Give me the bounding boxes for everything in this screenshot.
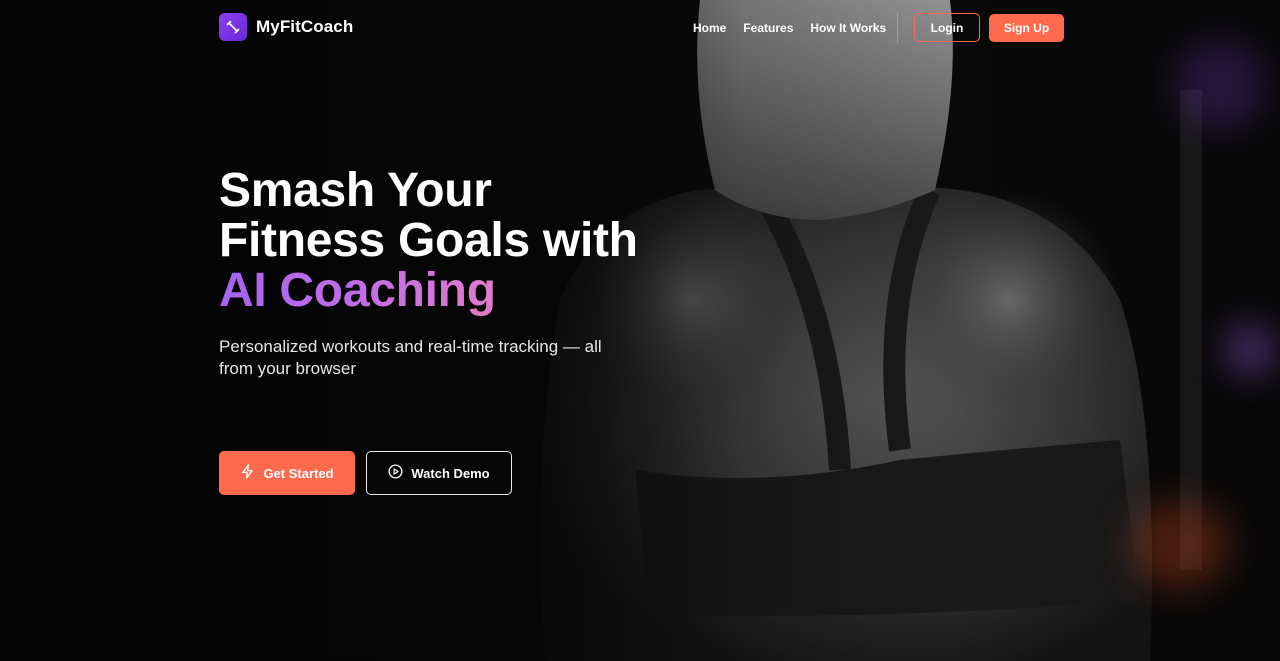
watch-demo-button[interactable]: Watch Demo bbox=[366, 451, 512, 495]
nav-link-features[interactable]: Features bbox=[743, 21, 793, 35]
hero-headline: Smash Your Fitness Goals with AI Coachin… bbox=[219, 166, 639, 316]
play-circle-icon bbox=[388, 464, 403, 482]
nav-divider bbox=[897, 13, 898, 43]
watch-demo-label: Watch Demo bbox=[411, 465, 490, 481]
brand-logo[interactable]: MyFitCoach bbox=[219, 13, 353, 41]
login-button[interactable]: Login bbox=[914, 13, 980, 42]
decorative-glow bbox=[1130, 500, 1230, 590]
headline-accent: AI Coaching bbox=[219, 264, 496, 317]
signup-button[interactable]: Sign Up bbox=[989, 14, 1064, 42]
hero-subheadline: Personalized workouts and real-time trac… bbox=[219, 337, 602, 378]
brand-name: MyFitCoach bbox=[256, 17, 354, 36]
top-navbar: MyFitCoach Home Features How It Works Lo… bbox=[0, 0, 1280, 56]
hero-section: Smash Your Fitness Goals with AI Coachin… bbox=[219, 166, 639, 495]
cta-row: Get Started Watch Demo bbox=[219, 451, 512, 495]
lightning-icon bbox=[240, 464, 255, 482]
nav-link-home[interactable]: Home bbox=[693, 21, 726, 35]
headline-text: Smash Your Fitness Goals with bbox=[219, 164, 638, 267]
get-started-button[interactable]: Get Started bbox=[219, 451, 355, 495]
nav-link-how-it-works[interactable]: How It Works bbox=[810, 21, 886, 35]
hero-overlay bbox=[0, 0, 1280, 661]
dumbbell-icon bbox=[219, 13, 247, 41]
decorative-glow bbox=[1225, 325, 1275, 375]
nav-links: Home Features How It Works bbox=[693, 21, 903, 35]
get-started-label: Get Started bbox=[263, 465, 334, 481]
